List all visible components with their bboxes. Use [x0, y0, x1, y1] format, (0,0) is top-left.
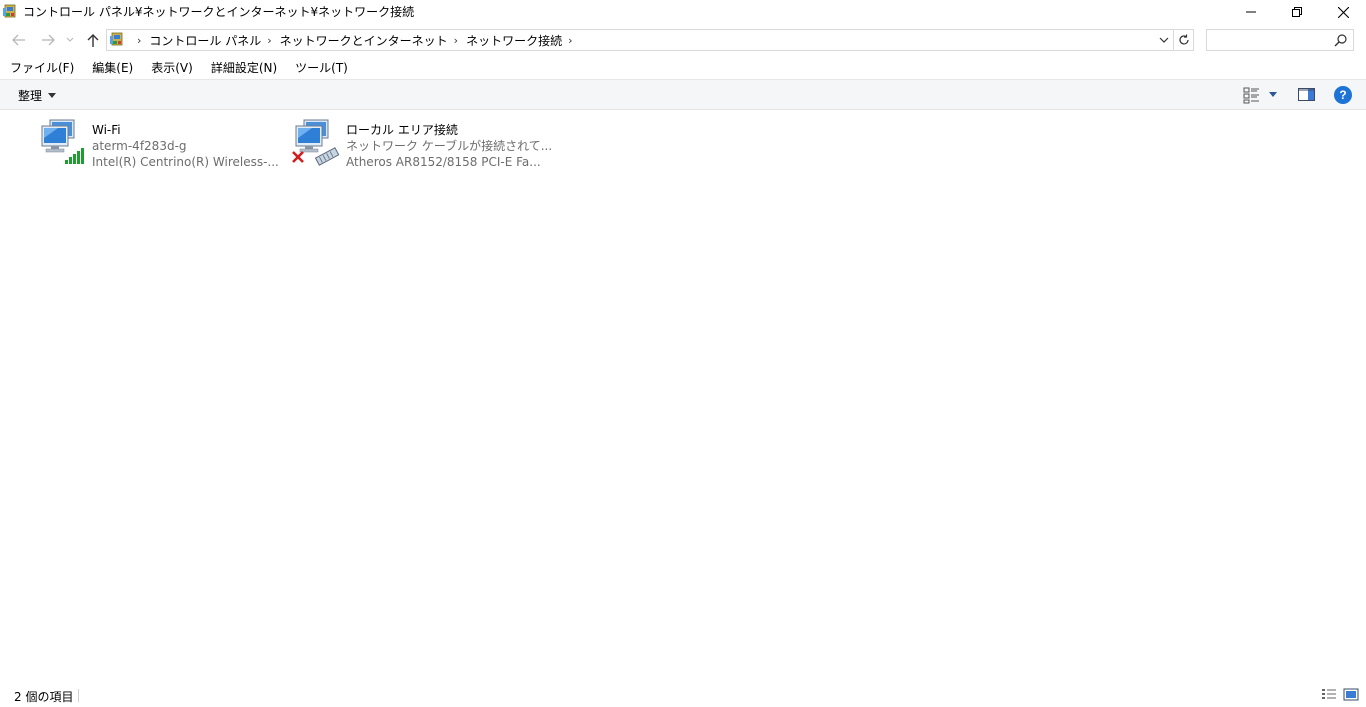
- details-view-icon[interactable]: [1321, 688, 1337, 702]
- network-connections-app-icon: [3, 4, 16, 18]
- wifi-adapter-icon: [41, 119, 84, 164]
- connection-name: Wi-Fi: [92, 123, 121, 137]
- minimize-button[interactable]: [1228, 0, 1274, 24]
- forward-button[interactable]: [37, 30, 59, 50]
- command-bar: 整理 ?: [0, 79, 1366, 110]
- title-bar: コントロール パネル¥ネットワークとインターネット¥ネットワーク接続: [0, 0, 1366, 24]
- view-options-caret-icon[interactable]: [1269, 92, 1277, 97]
- forward-arrow-icon: [42, 34, 55, 46]
- menu-advanced[interactable]: 詳細設定(N): [201, 58, 285, 78]
- organize-label: 整理: [18, 88, 43, 103]
- ethernet-adapter-disconnected-icon: [292, 119, 340, 166]
- menu-edit[interactable]: 編集(E): [82, 58, 141, 78]
- search-box[interactable]: [1206, 29, 1354, 51]
- menu-view[interactable]: 表示(V): [141, 58, 201, 78]
- connection-text: Wi-Fi aterm-4f283d-g Intel(R) Centrino(R…: [92, 122, 279, 170]
- back-arrow-icon: [12, 34, 25, 46]
- connections-list: Wi-Fi aterm-4f283d-g Intel(R) Centrino(R…: [0, 110, 1366, 680]
- address-bar[interactable]: › コントロール パネル › ネットワークとインターネット › ネットワーク接続…: [106, 29, 1174, 51]
- breadcrumb-network-internet[interactable]: ネットワークとインターネット: [280, 32, 448, 49]
- menu-tools[interactable]: ツール(T): [285, 58, 356, 78]
- status-bar: 2 個の項目: [0, 684, 1366, 707]
- large-icons-view-icon[interactable]: [1343, 688, 1359, 702]
- connection-text: ローカル エリア接続 ネットワーク ケーブルが接続されて... Atheros …: [346, 122, 552, 170]
- organize-button[interactable]: 整理: [18, 86, 57, 104]
- connection-device: Atheros AR8152/8158 PCI-E Fa...: [346, 155, 541, 169]
- breadcrumb: › コントロール パネル › ネットワークとインターネット › ネットワーク接続…: [131, 30, 580, 50]
- minimize-icon: [1246, 11, 1256, 13]
- menu-bar: ファイル(F) 編集(E) 表示(V) 詳細設定(N) ツール(T): [0, 58, 356, 78]
- refresh-icon: [1178, 34, 1189, 45]
- close-button[interactable]: [1320, 0, 1366, 24]
- help-button[interactable]: ?: [1334, 86, 1352, 104]
- navigation-bar: › コントロール パネル › ネットワークとインターネット › ネットワーク接続…: [0, 24, 1366, 56]
- search-icon[interactable]: [1334, 33, 1348, 47]
- search-input[interactable]: [1207, 30, 1327, 50]
- chevron-down-icon: [1159, 37, 1169, 43]
- back-button[interactable]: [8, 30, 30, 50]
- recent-locations-button[interactable]: [63, 30, 77, 50]
- restore-icon: [1292, 7, 1302, 17]
- up-button[interactable]: [82, 30, 104, 50]
- breadcrumb-separator[interactable]: ›: [137, 34, 141, 47]
- connection-status: aterm-4f283d-g: [92, 139, 187, 153]
- up-arrow-icon: [87, 34, 99, 47]
- address-history-button[interactable]: [1157, 33, 1171, 47]
- connection-device: Intel(R) Centrino(R) Wireless-...: [92, 155, 279, 169]
- connection-name: ローカル エリア接続: [346, 123, 458, 137]
- breadcrumb-separator[interactable]: ›: [267, 34, 271, 47]
- network-connections-folder-icon: [110, 32, 123, 46]
- window-title: コントロール パネル¥ネットワークとインターネット¥ネットワーク接続: [23, 5, 415, 19]
- item-count: 2 個の項目: [14, 690, 74, 704]
- breadcrumb-separator[interactable]: ›: [568, 34, 572, 47]
- preview-pane-icon[interactable]: [1298, 87, 1315, 102]
- chevron-down-icon: [66, 37, 74, 42]
- breadcrumb-network-connections[interactable]: ネットワーク接続: [466, 32, 562, 49]
- refresh-button[interactable]: [1174, 29, 1194, 51]
- restore-button[interactable]: [1274, 0, 1320, 24]
- close-icon: [1337, 6, 1349, 18]
- breadcrumb-control-panel[interactable]: コントロール パネル: [149, 32, 261, 49]
- connection-item-local-area[interactable]: ローカル エリア接続 ネットワーク ケーブルが接続されて... Atheros …: [292, 116, 552, 174]
- help-icon: ?: [1339, 88, 1347, 102]
- change-view-icon[interactable]: [1243, 86, 1261, 104]
- connection-item-wifi[interactable]: Wi-Fi aterm-4f283d-g Intel(R) Centrino(R…: [38, 116, 279, 174]
- caret-down-icon: [48, 92, 57, 98]
- menu-file[interactable]: ファイル(F): [0, 58, 82, 78]
- connection-status: ネットワーク ケーブルが接続されて...: [346, 139, 553, 153]
- breadcrumb-separator[interactable]: ›: [454, 34, 458, 47]
- status-separator: [78, 689, 79, 702]
